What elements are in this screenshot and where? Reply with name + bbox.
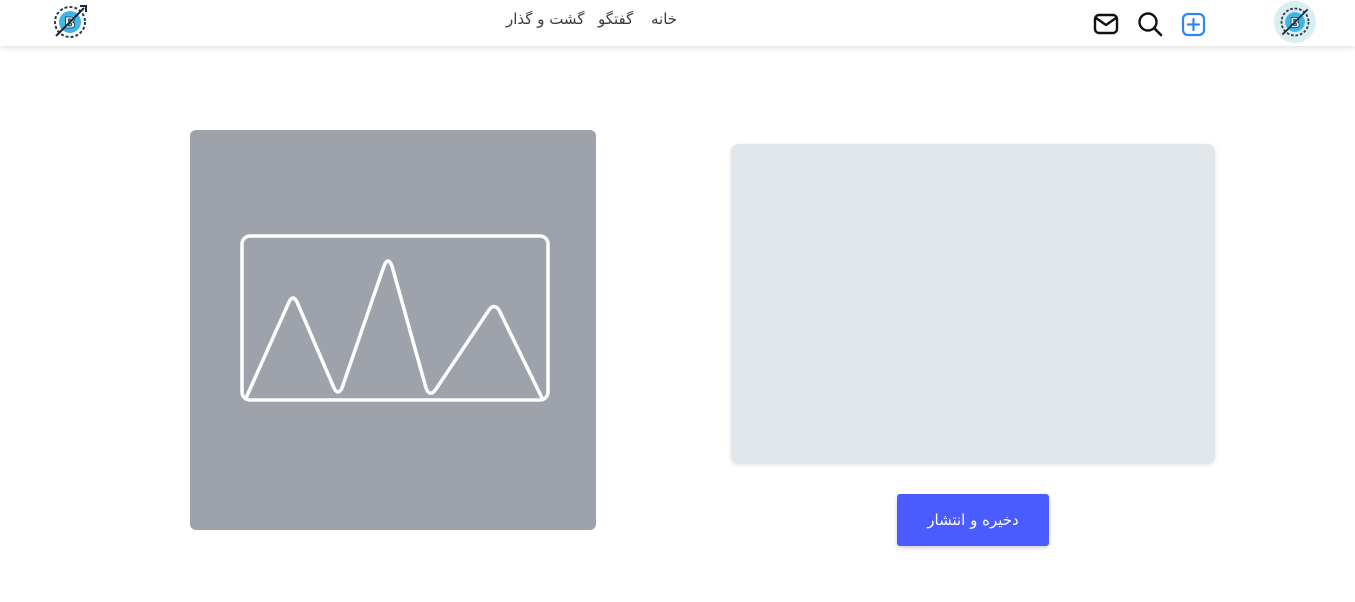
nav-link-home[interactable]: خانه: [651, 10, 677, 28]
save-and-publish-button[interactable]: دخیره و انتشار: [897, 494, 1049, 546]
caption-editor[interactable]: [731, 144, 1215, 464]
search-icon[interactable]: [1136, 10, 1164, 38]
image-upload-area[interactable]: [190, 130, 596, 530]
user-avatar[interactable]: B: [1274, 1, 1316, 43]
top-navbar: B خانه گفتگو گشت و گذار B: [0, 0, 1355, 46]
nav-link-chat[interactable]: گفتگو: [598, 10, 633, 28]
add-post-icon[interactable]: [1180, 10, 1208, 38]
image-placeholder-icon: [240, 234, 550, 402]
brand-logo-icon[interactable]: B: [50, 2, 90, 42]
nav-link-explore[interactable]: گشت و گذار: [506, 10, 584, 28]
brand-logo-icon: B: [1280, 7, 1310, 37]
mail-icon[interactable]: [1092, 10, 1120, 38]
